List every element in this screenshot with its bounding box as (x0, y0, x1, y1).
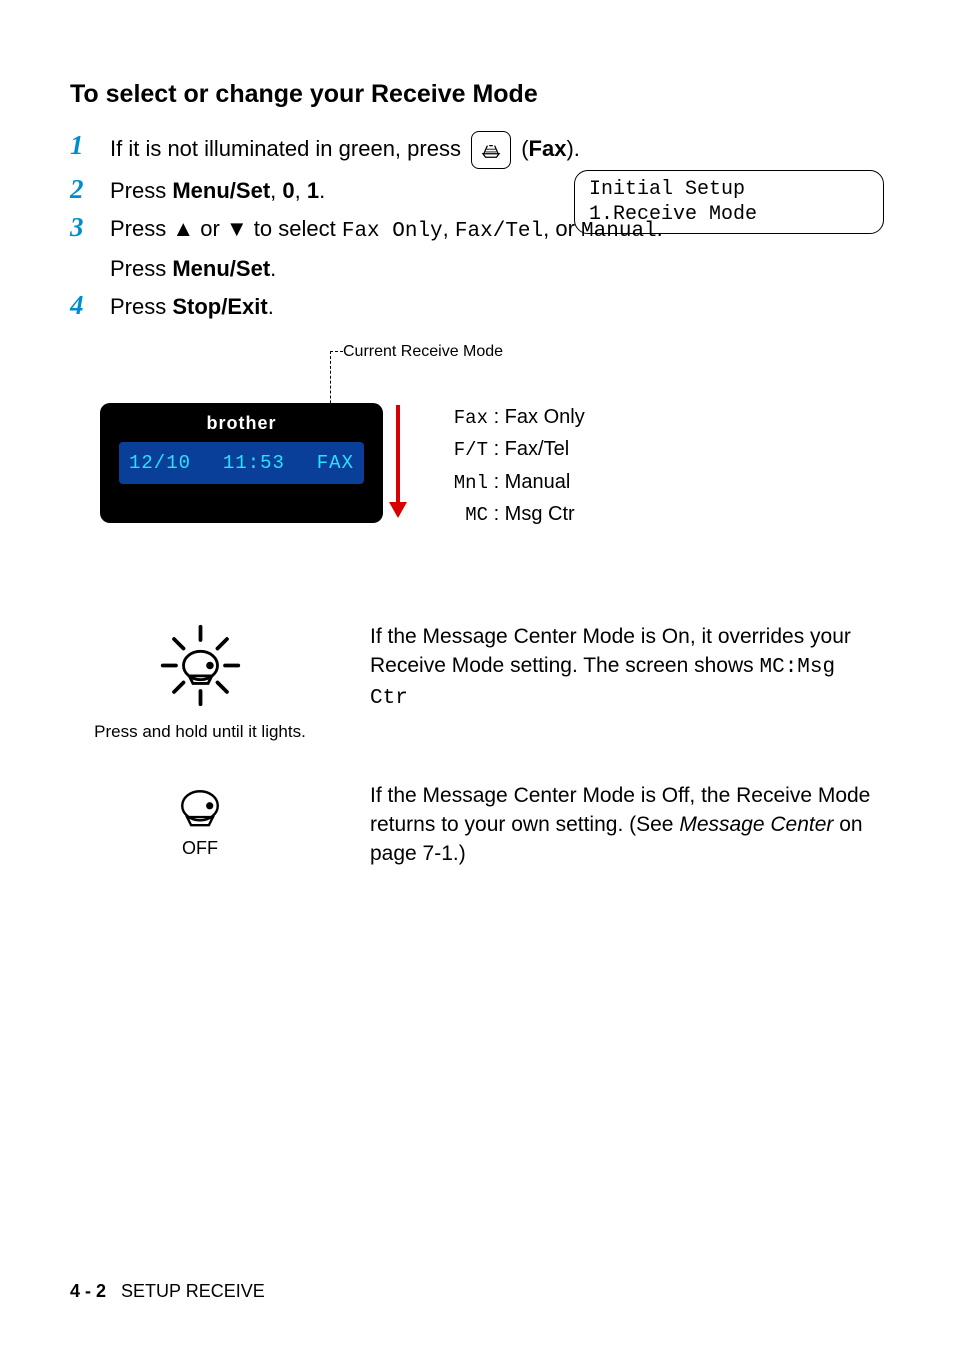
page-number: 4 - 2 (70, 1281, 106, 1301)
mc-off-text: If the Message Center Mode is Off, the R… (370, 782, 884, 869)
text: , (270, 178, 282, 203)
text: . (270, 256, 276, 281)
down-arrow-icon (396, 405, 400, 515)
lcd-line-1: Initial Setup (589, 177, 869, 202)
mode-code: Fax (430, 403, 488, 433)
mode-label: : Fax Only (494, 406, 585, 428)
text-bold: Menu/Set (172, 256, 270, 281)
message-center-lit-icon (153, 623, 248, 708)
mc-off-icon-column: OFF (70, 782, 330, 859)
lcd-display-callout: Initial Setup 1.Receive Mode (574, 170, 884, 234)
brand-logo: brother (100, 413, 383, 434)
step-4: 4 Press Stop/Exit. (70, 291, 884, 323)
text: ). (566, 136, 579, 161)
step-number: 4 (70, 291, 110, 321)
mode-row: MC : Msg Ctr (430, 498, 585, 530)
text: . (319, 178, 325, 203)
text: Press (110, 294, 172, 319)
lcd-line-2: 1.Receive Mode (589, 202, 869, 227)
step-body: If it is not illuminated in green, press… (110, 131, 884, 169)
mode-row: Mnl : Manual (430, 466, 585, 498)
text: Press (110, 178, 172, 203)
diagram-caption: Current Receive Mode (343, 343, 503, 361)
message-center-off-block: OFF If the Message Center Mode is Off, t… (70, 782, 884, 869)
message-center-off-icon (175, 788, 225, 830)
text: If it is not illuminated in green, press (110, 136, 467, 161)
mode-code: MC (430, 500, 488, 530)
text: , (295, 178, 307, 203)
mode-label: : Manual (494, 471, 571, 493)
text-bold: Fax (529, 136, 567, 161)
mc-on-text: If the Message Center Mode is On, it ove… (370, 623, 884, 714)
lcd-time: 11:53 (223, 452, 285, 474)
text-bold: 0 (282, 178, 294, 203)
receive-mode-diagram: Current Receive Mode brother 12/10 11:53… (70, 343, 884, 553)
fax-icon (471, 131, 511, 169)
mode-row: Fax : Fax Only (430, 401, 585, 433)
step-1: 1 If it is not illuminated in green, pre… (70, 131, 884, 169)
lcd-date: 12/10 (129, 452, 191, 474)
device-panel: brother 12/10 11:53 FAX (100, 403, 383, 523)
dashed-leader-horizontal (330, 351, 343, 352)
mc-off-label: OFF (70, 838, 330, 859)
text: . (268, 294, 274, 319)
text-bold: Stop/Exit (172, 294, 267, 319)
mode-code: Mnl (430, 468, 488, 498)
text-bold: Menu/Set (172, 178, 270, 203)
mono-text: Fax Only (342, 220, 443, 243)
mc-on-caption: Press and hold until it lights. (70, 722, 330, 742)
section-heading: To select or change your Receive Mode (70, 80, 884, 109)
mode-label: : Fax/Tel (494, 438, 570, 460)
mode-label: : Msg Ctr (494, 503, 575, 525)
mode-list: Fax : Fax Only F/T : Fax/Tel Mnl : Manua… (430, 401, 585, 531)
step-number: 3 (70, 213, 110, 243)
mc-on-icon-column: Press and hold until it lights. (70, 623, 330, 742)
text-bold: 1 (307, 178, 319, 203)
text: ( (521, 136, 528, 161)
device-lcd: 12/10 11:53 FAX (119, 442, 364, 484)
page-footer: 4 - 2 SETUP RECEIVE (70, 1281, 265, 1302)
text: Press (110, 256, 172, 281)
mode-row: F/T : Fax/Tel (430, 433, 585, 465)
message-center-on-block: Press and hold until it lights. If the M… (70, 623, 884, 742)
text: Press ▲ or ▼ to select (110, 216, 342, 241)
mono-text: Fax/Tel (455, 220, 543, 243)
text: , (443, 216, 455, 241)
step-number: 2 (70, 175, 110, 205)
mode-code: F/T (430, 435, 488, 465)
lcd-mode: FAX (317, 452, 354, 474)
step-body: Press Stop/Exit. (110, 291, 884, 323)
reference-link: Message Center (679, 813, 833, 836)
step-number: 1 (70, 131, 110, 161)
chapter-title: SETUP RECEIVE (121, 1281, 265, 1301)
